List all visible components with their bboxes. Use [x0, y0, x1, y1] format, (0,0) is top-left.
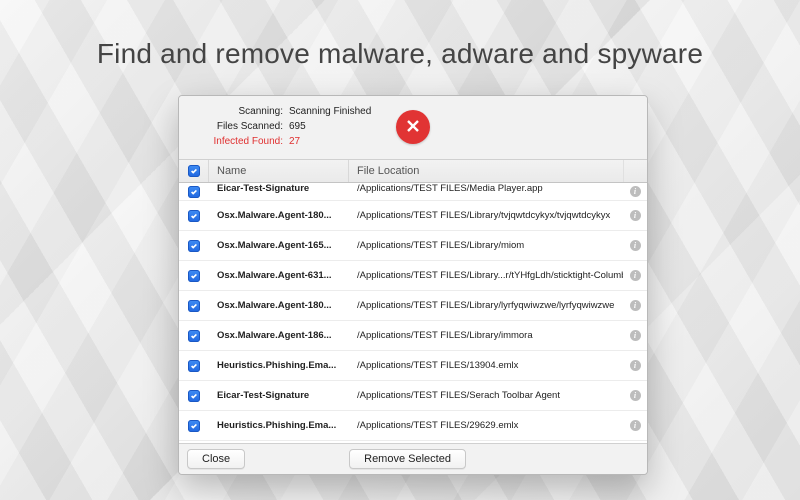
row-checkbox[interactable]	[179, 201, 209, 230]
files-scanned-value: 695	[289, 121, 306, 132]
stop-scan-button[interactable]	[396, 110, 430, 144]
row-checkbox[interactable]	[179, 291, 209, 320]
info-icon: i	[630, 360, 641, 371]
threat-name: Osx.Malware.Agent-631...	[209, 261, 349, 290]
scan-summary: Scanning: Scanning Finished Files Scanne…	[179, 96, 647, 159]
info-icon: i	[630, 300, 641, 311]
file-location: /Applications/TEST FILES/Library...r/tYH…	[349, 261, 623, 290]
row-info-button[interactable]: i	[623, 321, 647, 350]
row-info-button[interactable]: i	[623, 183, 647, 200]
row-info-button[interactable]: i	[623, 291, 647, 320]
file-location: /Applications/TEST FILES/13904.emlx	[349, 351, 623, 380]
table-row[interactable]: Osx.Malware.Agent-165.../Applications/TE…	[179, 231, 647, 261]
file-location: /Applications/TEST FILES/Media Player.ap…	[349, 183, 623, 200]
row-info-button[interactable]: i	[623, 351, 647, 380]
row-info-button[interactable]: i	[623, 261, 647, 290]
file-location: /Applications/TEST FILES/Library/tvjqwtd…	[349, 201, 623, 230]
info-icon: i	[630, 330, 641, 341]
table-row[interactable]: Osx.Malware.Agent-180.../Applications/TE…	[179, 201, 647, 231]
table-row[interactable]: Heuristics.Phishing.Ema.../Applications/…	[179, 411, 647, 441]
threat-name: Heuristics.Phishing.Ema...	[209, 411, 349, 440]
threat-name: Osx.Malware.Agent-165...	[209, 231, 349, 260]
file-location: /Applications/TEST FILES/Library/lyrfyqw…	[349, 291, 623, 320]
page-headline: Find and remove malware, adware and spyw…	[0, 38, 800, 70]
checkbox-icon	[188, 360, 200, 372]
checkbox-icon	[188, 330, 200, 342]
scanning-status-value: Scanning Finished	[289, 106, 371, 117]
row-info-button[interactable]: i	[623, 201, 647, 230]
results-table[interactable]: Eicar-Test-Signature/Applications/TEST F…	[179, 183, 647, 444]
row-checkbox[interactable]	[179, 261, 209, 290]
table-row[interactable]: Osx.Malware.Agent-180.../Applications/TE…	[179, 291, 647, 321]
threat-name: Heuristics.Phishing.Ema...	[209, 351, 349, 380]
table-row[interactable]: Eicar-Test-Signature/Applications/TEST F…	[179, 381, 647, 411]
checkbox-icon	[188, 165, 200, 177]
info-icon: i	[630, 210, 641, 221]
threat-name: Eicar-Test-Signature	[209, 183, 349, 200]
select-all-checkbox[interactable]	[179, 160, 209, 182]
infected-found-value: 27	[289, 136, 300, 147]
close-button[interactable]: Close	[187, 449, 245, 469]
info-icon: i	[630, 270, 641, 281]
file-location: /Applications/TEST FILES/29629.emlx	[349, 411, 623, 440]
checkbox-icon	[188, 270, 200, 282]
table-row[interactable]: Osx.Malware.Agent-631.../Applications/TE…	[179, 261, 647, 291]
file-location: /Applications/TEST FILES/Serach Toolbar …	[349, 381, 623, 410]
infected-found-label: Infected Found:	[189, 136, 289, 147]
row-info-button[interactable]: i	[623, 231, 647, 260]
table-row[interactable]: Osx.Malware.Agent-186.../Applications/TE…	[179, 321, 647, 351]
info-icon: i	[630, 390, 641, 401]
remove-selected-button[interactable]: Remove Selected	[349, 449, 466, 469]
scanning-status-label: Scanning:	[189, 106, 289, 117]
info-icon: i	[630, 186, 641, 197]
scan-results-window: Scanning: Scanning Finished Files Scanne…	[178, 95, 648, 475]
column-header-name[interactable]: Name	[209, 160, 349, 182]
table-row[interactable]: Heuristics.Phishing.Ema.../Applications/…	[179, 351, 647, 381]
row-info-button[interactable]: i	[623, 411, 647, 440]
row-checkbox[interactable]	[179, 351, 209, 380]
window-footer: Close Remove Selected	[179, 444, 647, 474]
threat-name: Osx.Malware.Agent-186...	[209, 321, 349, 350]
threat-name: Osx.Malware.Agent-180...	[209, 201, 349, 230]
checkbox-icon	[188, 210, 200, 222]
row-checkbox[interactable]	[179, 321, 209, 350]
files-scanned-label: Files Scanned:	[189, 121, 289, 132]
table-header: Name File Location	[179, 159, 647, 183]
file-location: /Applications/TEST FILES/Library/miom	[349, 231, 623, 260]
checkbox-icon	[188, 240, 200, 252]
file-location: /Applications/TEST FILES/Library/immora	[349, 321, 623, 350]
row-info-button[interactable]: i	[623, 381, 647, 410]
info-icon: i	[630, 420, 641, 431]
row-checkbox[interactable]	[179, 183, 209, 200]
row-checkbox[interactable]	[179, 411, 209, 440]
row-checkbox[interactable]	[179, 381, 209, 410]
checkbox-icon	[188, 300, 200, 312]
row-checkbox[interactable]	[179, 231, 209, 260]
close-icon	[405, 118, 421, 137]
threat-name: Eicar-Test-Signature	[209, 381, 349, 410]
threat-name: Osx.Malware.Agent-180...	[209, 291, 349, 320]
checkbox-icon	[188, 186, 200, 198]
checkbox-icon	[188, 390, 200, 402]
checkbox-icon	[188, 420, 200, 432]
info-icon: i	[630, 240, 641, 251]
column-header-info	[623, 160, 647, 182]
table-row[interactable]: Eicar-Test-Signature/Applications/TEST F…	[179, 183, 647, 201]
column-header-location[interactable]: File Location	[349, 160, 623, 182]
